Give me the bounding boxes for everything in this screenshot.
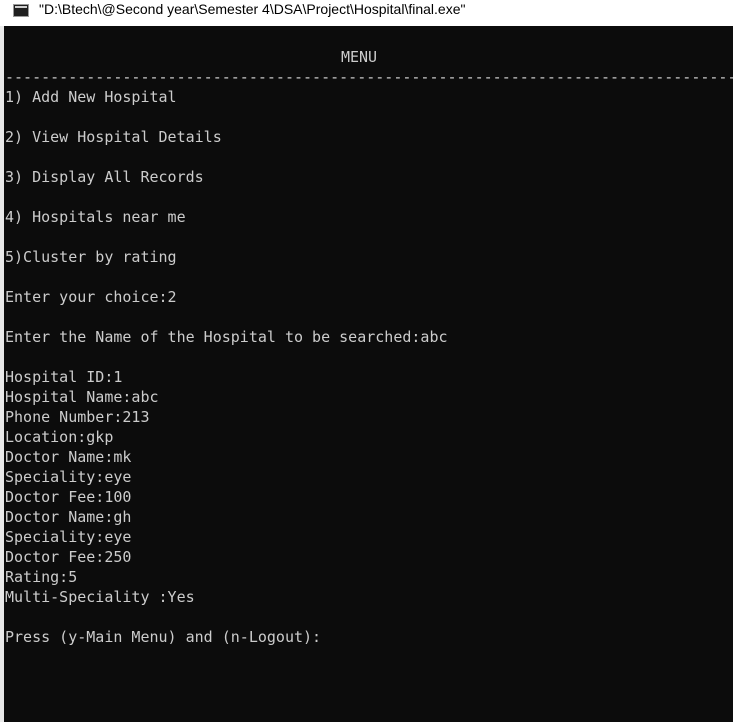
doctor-name: Doctor Name:gh — [5, 508, 132, 526]
choice-prompt: Enter your choice:2 — [5, 288, 177, 306]
speciality: Speciality:eye — [5, 528, 132, 546]
final-prompt[interactable]: Press (y-Main Menu) and (n-Logout): — [5, 627, 733, 647]
menu-item-add-hospital: 1) Add New Hospital — [5, 88, 177, 106]
window-titlebar[interactable]: "D:\Btech\@Second year\Semester 4\DSA\Pr… — [0, 0, 733, 26]
menu-item-display-all: 3) Display All Records — [5, 168, 204, 186]
menu-item-cluster: 5)Cluster by rating — [5, 248, 177, 266]
doctor-fee: Doctor Fee:250 — [5, 548, 132, 566]
menu-item-near-me: 4) Hospitals near me — [5, 208, 186, 226]
menu-title: MENU — [340, 48, 378, 66]
hospital-id: Hospital ID:1 — [5, 368, 123, 386]
console-output[interactable]: MENU -----------------------------------… — [5, 47, 733, 647]
location: Location:gkp — [5, 428, 114, 446]
window-title: "D:\Btech\@Second year\Semester 4\DSA\Pr… — [39, 1, 466, 17]
window-left-border — [0, 26, 4, 722]
rating: Rating:5 — [5, 568, 78, 586]
doctor-fee: Doctor Fee:100 — [5, 488, 132, 506]
console-app-icon[interactable] — [13, 4, 29, 17]
phone-number: Phone Number:213 — [5, 408, 150, 426]
menu-item-view-details: 2) View Hospital Details — [5, 128, 222, 146]
speciality: Speciality:eye — [5, 468, 132, 486]
search-prompt: Enter the Name of the Hospital to be sea… — [5, 328, 448, 346]
doctor-name: Doctor Name:mk — [5, 448, 132, 466]
hospital-name: Hospital Name:abc — [5, 388, 159, 406]
menu-divider: ----------------------------------------… — [5, 68, 733, 86]
multi-speciality: Multi-Speciality :Yes — [5, 588, 195, 606]
